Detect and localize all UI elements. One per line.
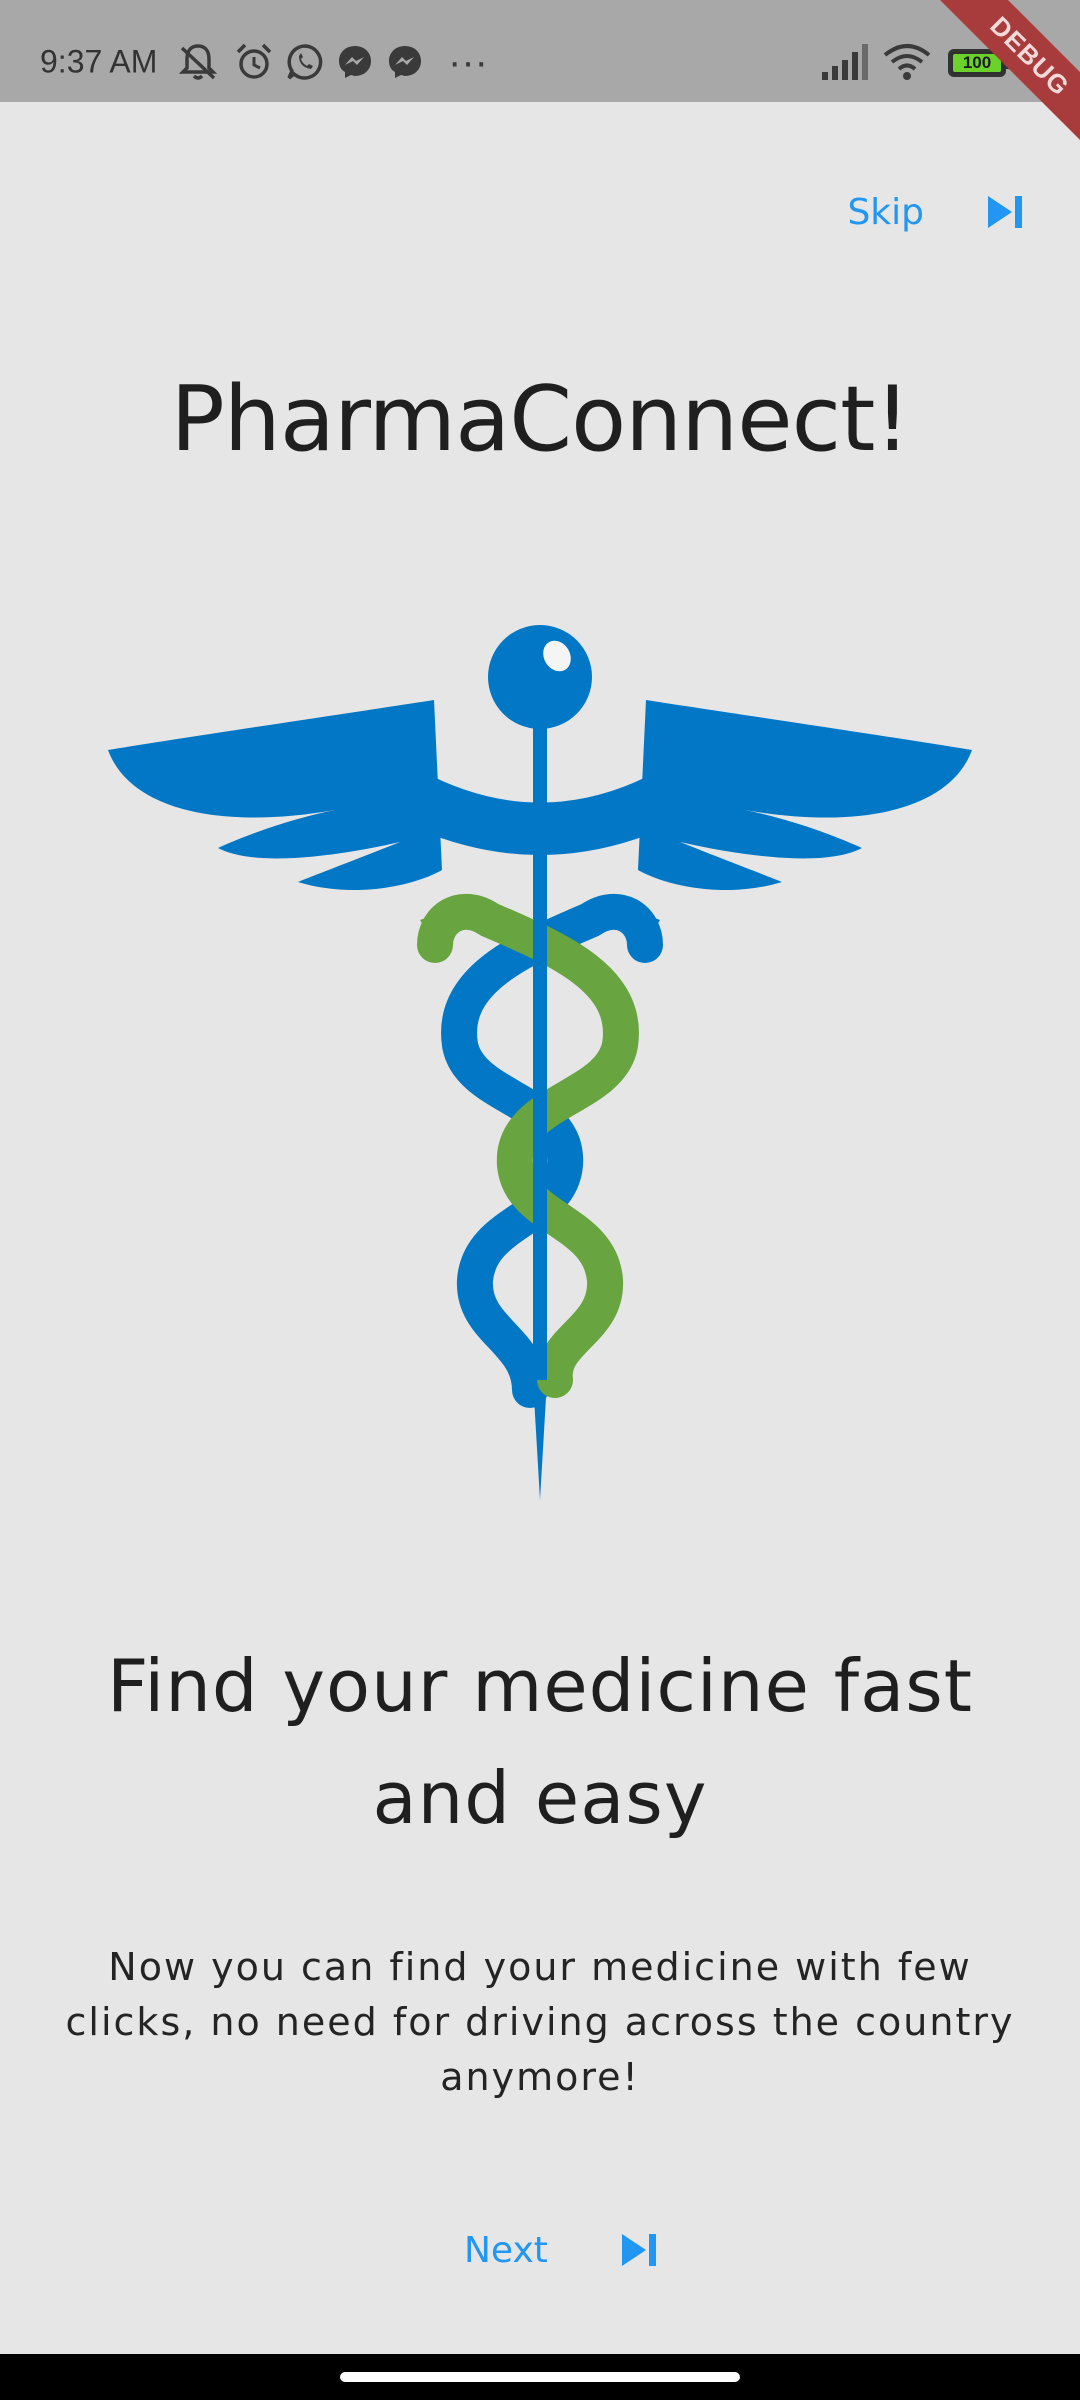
skip-label: Skip xyxy=(847,191,924,233)
status-bar: 9:37 AM ··· 100 xyxy=(0,0,1080,102)
app-title: PharmaConnect! xyxy=(170,367,911,472)
caduceus-logo xyxy=(108,625,972,1500)
skip-next-icon xyxy=(621,2234,656,2266)
signal-icon xyxy=(822,44,868,80)
headline: Find your medicine fast and easy xyxy=(107,1644,973,1840)
overflow-dots-icon: ··· xyxy=(448,40,488,84)
alarm-icon xyxy=(236,43,272,79)
wifi-icon xyxy=(883,44,931,80)
navigation-bar xyxy=(0,2354,1080,2400)
messenger-icon xyxy=(339,46,371,78)
skip-next-icon xyxy=(988,196,1022,228)
messenger-icon xyxy=(389,46,421,78)
status-time: 9:37 AM xyxy=(40,43,158,80)
whatsapp-icon xyxy=(287,44,323,80)
home-indicator[interactable] xyxy=(340,2372,740,2382)
mute-icon xyxy=(178,44,218,80)
next-label: Next xyxy=(464,2229,548,2271)
description: Now you can find your medicine with few … xyxy=(65,1945,1015,2099)
next-button[interactable]: Next xyxy=(440,2210,660,2290)
skip-button[interactable]: Skip xyxy=(818,172,1058,252)
